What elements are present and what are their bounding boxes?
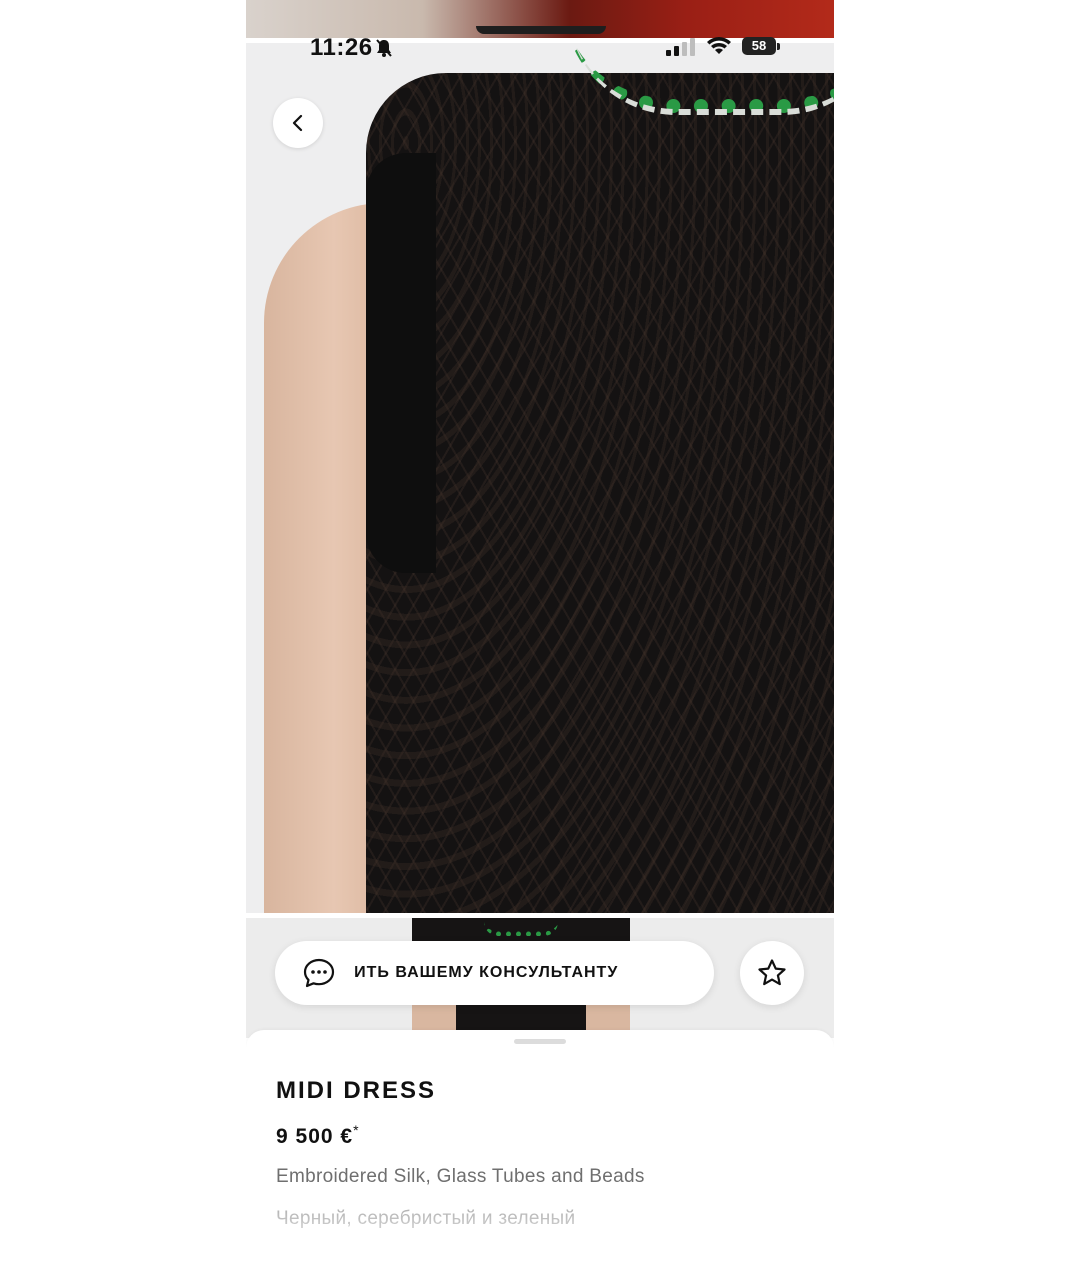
wifi-icon xyxy=(707,37,731,54)
price-value: 9 500 € xyxy=(276,1125,354,1148)
status-time: 11:26 xyxy=(310,34,373,61)
chat-bubble-icon xyxy=(303,958,335,988)
product-title: MIDI DRESS xyxy=(276,1077,437,1104)
battery-tip xyxy=(777,43,780,50)
dress-armhole xyxy=(366,153,436,573)
cellular-signal-icon xyxy=(666,38,695,56)
back-button[interactable] xyxy=(273,98,323,148)
product-image[interactable] xyxy=(246,43,834,913)
product-page: 11:26 58 АВИТЬ ВАШЕМУ КОНСУЛЬТАНТУ MIDI … xyxy=(246,0,834,1280)
battery-indicator: 58 xyxy=(742,37,776,55)
bell-muted-icon xyxy=(376,39,392,57)
star-outline-icon xyxy=(758,959,786,986)
dress-fabric xyxy=(366,73,834,913)
status-bar: 11:26 58 xyxy=(246,34,834,62)
chevron-left-icon xyxy=(292,114,303,132)
previous-image-collar xyxy=(476,26,606,34)
product-info-sheet[interactable]: MIDI DRESS 9 500 €* Embroidered Silk, Gl… xyxy=(246,1030,834,1280)
consult-label-wrap: АВИТЬ ВАШЕМУ КОНСУЛЬТАНТУ xyxy=(355,964,685,982)
sheet-drag-handle[interactable] xyxy=(514,1039,566,1044)
contact-consultant-button[interactable]: АВИТЬ ВАШЕМУ КОНСУЛЬТАНТУ xyxy=(275,941,714,1005)
product-price: 9 500 €* xyxy=(276,1122,360,1149)
consult-label: АВИТЬ ВАШЕМУ КОНСУЛЬТАНТУ xyxy=(355,964,619,981)
sheet-fade-overlay xyxy=(246,1210,834,1280)
product-material: Embroidered Silk, Glass Tubes and Beads xyxy=(276,1166,645,1187)
price-footnote-mark: * xyxy=(353,1122,360,1138)
next-image-neckline xyxy=(484,922,558,936)
favorite-button[interactable] xyxy=(740,941,804,1005)
previous-image-strip xyxy=(246,0,834,38)
